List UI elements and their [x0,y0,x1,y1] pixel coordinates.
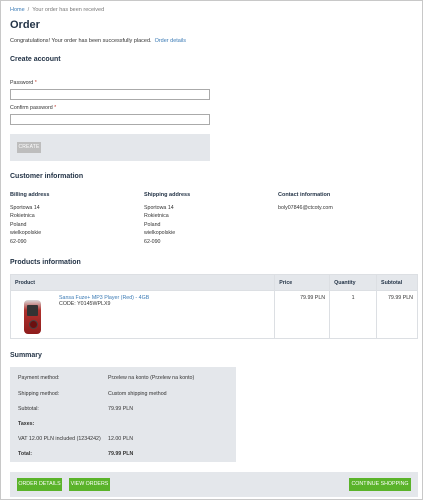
shipping-method-label: Shipping method: [18,391,60,397]
customer-info-heading: Customer information [10,173,84,180]
create-account-heading: Create account [10,56,61,63]
payment-method-label: Payment method: [18,375,60,381]
billing-line: Sportowa 14 [10,205,40,211]
congrats-message: Congratulations! Your order has been suc… [10,38,186,44]
product-thumbnail[interactable] [24,300,41,334]
contact-information: Contact information boly07846@ctcoty.com [278,192,333,212]
taxes-label: Taxes: [18,421,35,427]
col-price: Price [274,274,331,291]
breadcrumb: Home / Your order has been received [10,7,104,13]
page-title: Order [10,19,40,31]
required-mark: * [54,105,57,111]
product-cell: Sansa Fuze+ MP3 Player (Red) - 4GB CODE:… [9,290,276,339]
password-input[interactable] [10,89,210,100]
create-account-panel: CREATE [10,134,210,161]
subtotal-label: Subtotal: [18,406,39,412]
create-button[interactable]: CREATE [17,142,41,153]
billing-address-title: Billing address [10,192,50,198]
order-page: Home / Your order has been received Order … [0,0,423,500]
products-info-heading: Products information [10,259,81,266]
product-quantity: 1 [329,290,378,339]
total-label: Total: [18,451,33,457]
vat-label: VAT 12.00 PLN included (1234242) [18,436,101,442]
shipping-line: 62-090 [144,238,161,245]
confirm-password-input[interactable] [10,114,210,125]
shipping-line: Rokietnica [144,213,169,220]
contact-info-title: Contact information [278,192,331,198]
summary-panel: Payment method: Przelew na konto (Przele… [10,367,236,462]
congrats-text: Congratulations! Your order has been suc… [10,38,152,44]
action-bar: ORDER DETAILS VIEW ORDERS CONTINUE SHOPP… [10,472,418,497]
breadcrumb-current: Your order has been received [32,7,105,13]
col-quantity: Quantity [329,274,378,291]
col-product: Product [9,274,276,291]
total-value: 79.99 PLN [108,451,134,457]
product-code: CODE: Y0145WPLX9 [59,301,111,307]
required-mark: * [34,80,37,86]
breadcrumb-separator: / [27,7,30,13]
confirm-password-label-text: Confirm password [10,105,53,111]
products-header-row: Product Price Quantity Subtotal [9,274,418,291]
product-subtotal: 79.99 PLN [376,290,418,339]
summary-heading: Summary [10,352,42,359]
shipping-method-value: Custom shipping method [108,391,167,397]
password-label: Password * [10,80,37,86]
billing-line: Rokietnica [10,213,35,220]
products-table: Product Price Quantity Subtotal Sansa Fu… [9,274,418,339]
billing-line: wielkopolskie [10,230,42,237]
subtotal-value: 79.99 PLN [108,406,134,412]
order-details-link[interactable]: Order details [155,38,187,44]
shipping-address: Shipping address Sportowa 14 Rokietnica … [144,192,190,246]
shipping-line: Sportowa 14 [144,205,174,211]
breadcrumb-home-link[interactable]: Home [10,7,25,13]
confirm-password-label: Confirm password * [10,105,56,111]
contact-email: boly07846@ctcoty.com [278,205,333,211]
billing-line: Poland [10,221,27,228]
view-orders-button[interactable]: VIEW ORDERS [69,478,110,491]
vat-value: 12.00 PLN [108,436,134,442]
shipping-address-title: Shipping address [144,192,191,198]
shipping-line: wielkopolskie [144,230,176,237]
continue-shopping-button[interactable]: CONTINUE SHOPPING [349,478,411,491]
product-price: 79.99 PLN [274,290,331,339]
shipping-line: Poland [144,221,161,228]
payment-method-value: Przelew na konto (Przelew na konto) [108,375,195,381]
password-label-text: Password [10,80,34,86]
table-row: Sansa Fuze+ MP3 Player (Red) - 4GB CODE:… [9,290,418,339]
order-details-button[interactable]: ORDER DETAILS [17,478,62,491]
billing-address: Billing address Sportowa 14 Rokietnica P… [10,192,49,246]
billing-line: 62-090 [10,238,27,245]
col-subtotal: Subtotal [376,274,418,291]
